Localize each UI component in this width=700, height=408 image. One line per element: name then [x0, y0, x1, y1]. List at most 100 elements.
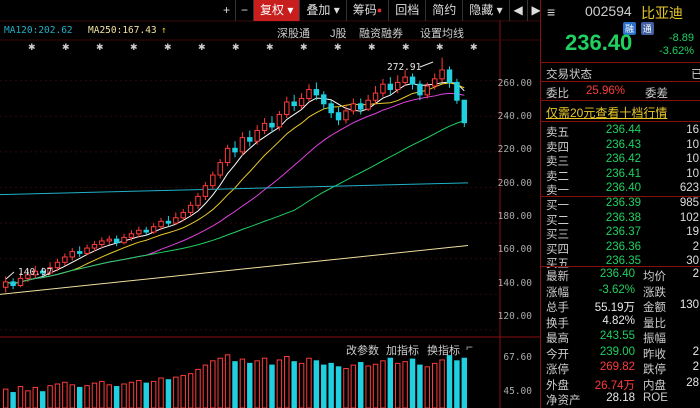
event-marker-icon: ✱	[28, 42, 36, 52]
order-book-row[interactable]: 卖二 236.41 10	[541, 168, 700, 183]
stat-label: 今开	[546, 348, 569, 361]
candle-body	[217, 162, 223, 176]
candle-body	[158, 220, 164, 228]
order-book-volume: 16	[686, 124, 699, 136]
volume-bar	[32, 386, 39, 408]
price-tick: 160.00	[497, 244, 532, 255]
event-marker-icon: ✱	[130, 42, 138, 52]
stat-value: 2	[692, 268, 699, 280]
volume-bar	[446, 355, 453, 408]
divider	[541, 100, 700, 101]
tab-shenguton[interactable]: 深股通	[277, 25, 310, 41]
order-book-row[interactable]: 卖一 236.40 623	[541, 182, 700, 197]
change-indicator-button[interactable]: 换指标	[427, 342, 460, 358]
edit-params-button[interactable]: 改参数	[346, 342, 379, 358]
order-book-row[interactable]: 买二 236.38 102	[541, 212, 700, 227]
volume-bar	[254, 360, 260, 408]
volume-bar	[461, 357, 468, 408]
volume-bar	[39, 391, 46, 408]
stat-value: 130	[679, 299, 699, 311]
volume-bar	[173, 376, 179, 408]
stat-label: 振幅	[643, 333, 666, 345]
candle-body	[365, 99, 371, 110]
chart-toolbar: + − 复权 ▾ 叠加 ▾ 筹码● 回档 简约 隐藏 ▾ ◀ ▶	[218, 0, 546, 21]
stat-row: 最新 236.40 均价 2	[541, 268, 700, 283]
brief-button[interactable]: 简约	[426, 0, 464, 21]
stat-value: 28	[686, 376, 699, 389]
candle-body	[261, 122, 268, 131]
volume-bar	[76, 386, 83, 408]
level10-promo-link[interactable]: 仅需20元查看十档行情	[546, 104, 667, 121]
chips-button[interactable]: 筹码●	[347, 0, 390, 21]
adjust-button[interactable]: 复权 ▾	[254, 0, 301, 21]
candle-body	[17, 277, 24, 286]
event-marker-icon: ✱	[368, 42, 376, 52]
tab-ma-settings[interactable]: 设置均线	[420, 25, 464, 41]
order-book-row[interactable]: 买三 236.37 19	[541, 226, 700, 241]
weibi-label: 委比	[546, 88, 569, 100]
candle-body	[298, 97, 305, 107]
volume-bar	[439, 359, 445, 408]
moving-average-lines	[0, 81, 469, 295]
stat-label: 内盘	[643, 379, 666, 392]
candle-body	[187, 204, 194, 213]
add-indicator-button[interactable]: 加指标	[386, 342, 419, 358]
volume-bars	[2, 354, 468, 408]
candle-body	[69, 251, 75, 258]
stat-value: 243.55	[599, 330, 635, 342]
stat-label: 涨跌	[643, 286, 666, 299]
candle-body	[306, 89, 312, 99]
event-marker-icon: ✱	[266, 42, 274, 52]
stat-label: 涨幅	[546, 286, 569, 299]
stat-label: 量比	[643, 317, 666, 330]
high-arrow-icon	[419, 61, 434, 68]
volume-bar	[358, 362, 364, 408]
event-marker-icon: ✱	[164, 42, 172, 52]
volume-bar	[210, 360, 216, 408]
volume-bar	[202, 364, 209, 408]
candle-body	[54, 261, 61, 269]
overlay-button[interactable]: 叠加 ▾	[300, 0, 347, 21]
order-book-row[interactable]: 卖三 236.42 10	[541, 153, 700, 168]
volume-bar	[69, 384, 75, 408]
volume-tick: 67.60	[503, 352, 532, 363]
order-book-price: 236.36	[605, 240, 641, 253]
order-book-row[interactable]: 卖四 236.43 10	[541, 139, 700, 154]
stat-label: 最新	[546, 271, 569, 283]
stat-value: -3.62%	[598, 283, 635, 296]
order-book-row[interactable]: 买四 236.36 2	[541, 241, 700, 256]
volume-bar	[372, 363, 379, 408]
candle-body	[180, 211, 186, 219]
replay-button[interactable]: 回档	[389, 0, 427, 21]
volume-bar	[247, 362, 253, 408]
expand-icon[interactable]: ⌐	[466, 340, 473, 354]
volume-bar	[136, 380, 142, 408]
order-book-volume: 623	[679, 182, 699, 194]
candle-body	[202, 185, 209, 197]
volume-bar	[328, 362, 334, 408]
volume-bar	[335, 366, 342, 408]
tab-margin[interactable]: 融资融券	[359, 25, 403, 41]
prev-arrow-icon[interactable]: ◀	[510, 0, 528, 21]
zoom-out-button[interactable]: −	[236, 0, 254, 21]
candle-body	[439, 69, 445, 80]
low-arrow-icon	[5, 271, 15, 280]
hide-button[interactable]: 隐藏 ▾	[463, 0, 510, 21]
zoom-in-button[interactable]: +	[218, 0, 236, 21]
volume-bar	[121, 383, 127, 408]
divider	[541, 81, 700, 82]
stat-label: 最高	[546, 333, 569, 345]
candle-body	[291, 101, 297, 107]
candle-body	[62, 256, 68, 263]
order-book-row[interactable]: 买一 236.39 985	[541, 197, 700, 212]
candle-body	[143, 229, 149, 233]
low-annotation: 140.97	[18, 267, 53, 278]
order-book-row[interactable]: 卖五 236.44 16	[541, 124, 700, 139]
price-change: -8.89	[668, 32, 694, 44]
tab-jgu[interactable]: J股	[330, 25, 347, 41]
ma-arrow-icon[interactable]: ↑	[161, 25, 167, 36]
candle-body	[380, 83, 386, 94]
high-annotation: 272.91	[387, 62, 422, 73]
menu-icon[interactable]: ≡	[547, 4, 555, 20]
stat-label: 金额	[643, 302, 666, 314]
